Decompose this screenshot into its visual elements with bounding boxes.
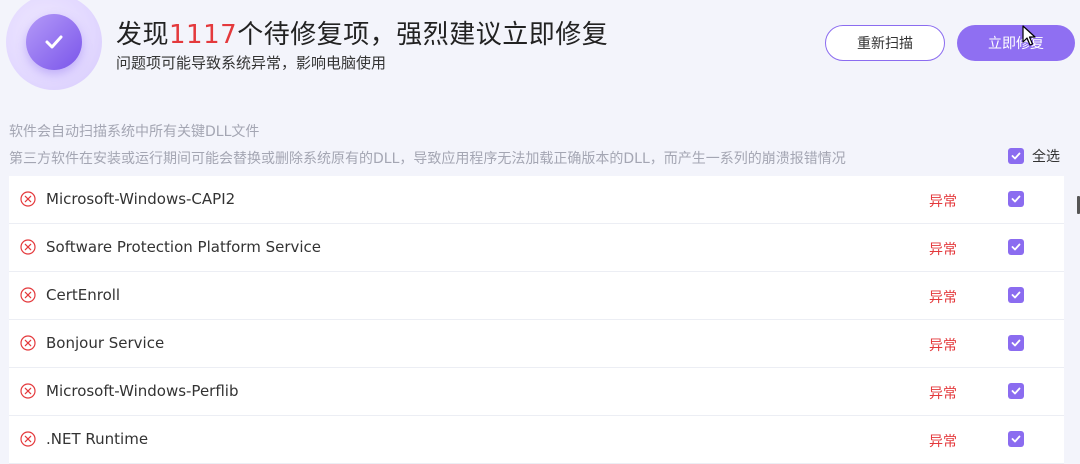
- checkbox-checked-icon[interactable]: [1008, 287, 1024, 303]
- checkbox-checked-icon[interactable]: [1008, 148, 1024, 164]
- list-item[interactable]: CertEnroll 异常: [9, 272, 1064, 320]
- issue-count: 1117: [169, 20, 238, 50]
- list-item[interactable]: Bonjour Service 异常: [9, 320, 1064, 368]
- list-item[interactable]: .NET Runtime 异常: [9, 416, 1064, 464]
- item-name: Microsoft-Windows-Perflib: [46, 382, 239, 400]
- error-circle-x-icon: [20, 431, 36, 447]
- item-name: Microsoft-Windows-CAPI2: [46, 190, 236, 208]
- error-circle-x-icon: [20, 335, 36, 351]
- description-line-2: 第三方软件在安装或运行期间可能会替换或删除系统原有的DLL，导致应用程序无法加载…: [9, 151, 846, 167]
- checkbox-checked-icon[interactable]: [1008, 191, 1024, 207]
- item-name: Bonjour Service: [46, 334, 165, 352]
- checkbox-checked-icon[interactable]: [1008, 239, 1024, 255]
- app-logo: [6, 0, 102, 90]
- item-status: 异常: [929, 338, 957, 354]
- error-circle-x-icon: [20, 287, 36, 303]
- select-all-label: 全选: [1032, 149, 1060, 165]
- item-status: 异常: [929, 386, 957, 402]
- item-status: 异常: [929, 194, 957, 210]
- item-status: 异常: [929, 290, 957, 306]
- checkbox-checked-icon[interactable]: [1008, 335, 1024, 351]
- item-status: 异常: [929, 434, 957, 450]
- item-name: .NET Runtime: [46, 430, 149, 448]
- list-item[interactable]: Microsoft-Windows-Perflib 异常: [9, 368, 1064, 416]
- list-item[interactable]: Software Protection Platform Service 异常: [9, 224, 1064, 272]
- description-line-1: 软件会自动扫描系统中所有关键DLL文件: [9, 124, 260, 140]
- select-all-checkbox[interactable]: 全选: [1008, 146, 1060, 166]
- page-subtitle: 问题项可能导致系统异常，影响电脑使用: [116, 54, 387, 72]
- checkbox-checked-icon[interactable]: [1008, 431, 1024, 447]
- rescan-button[interactable]: 重新扫描: [825, 25, 945, 61]
- mouse-cursor-icon: [1022, 25, 1036, 46]
- check-icon: [26, 14, 82, 70]
- error-circle-x-icon: [20, 383, 36, 399]
- item-name: Software Protection Platform Service: [46, 238, 322, 256]
- item-name: CertEnroll: [46, 286, 121, 304]
- checkbox-checked-icon[interactable]: [1008, 383, 1024, 399]
- fix-now-button[interactable]: 立即修复: [957, 25, 1075, 61]
- issue-list: Microsoft-Windows-CAPI2 异常 Software Protec…: [9, 176, 1064, 464]
- error-circle-x-icon: [20, 191, 36, 207]
- item-status: 异常: [929, 242, 957, 258]
- page-title: 发现1117个待修复项，强烈建议立即修复: [116, 20, 609, 50]
- list-item[interactable]: Microsoft-Windows-CAPI2 异常: [9, 176, 1064, 224]
- error-circle-x-icon: [20, 239, 36, 255]
